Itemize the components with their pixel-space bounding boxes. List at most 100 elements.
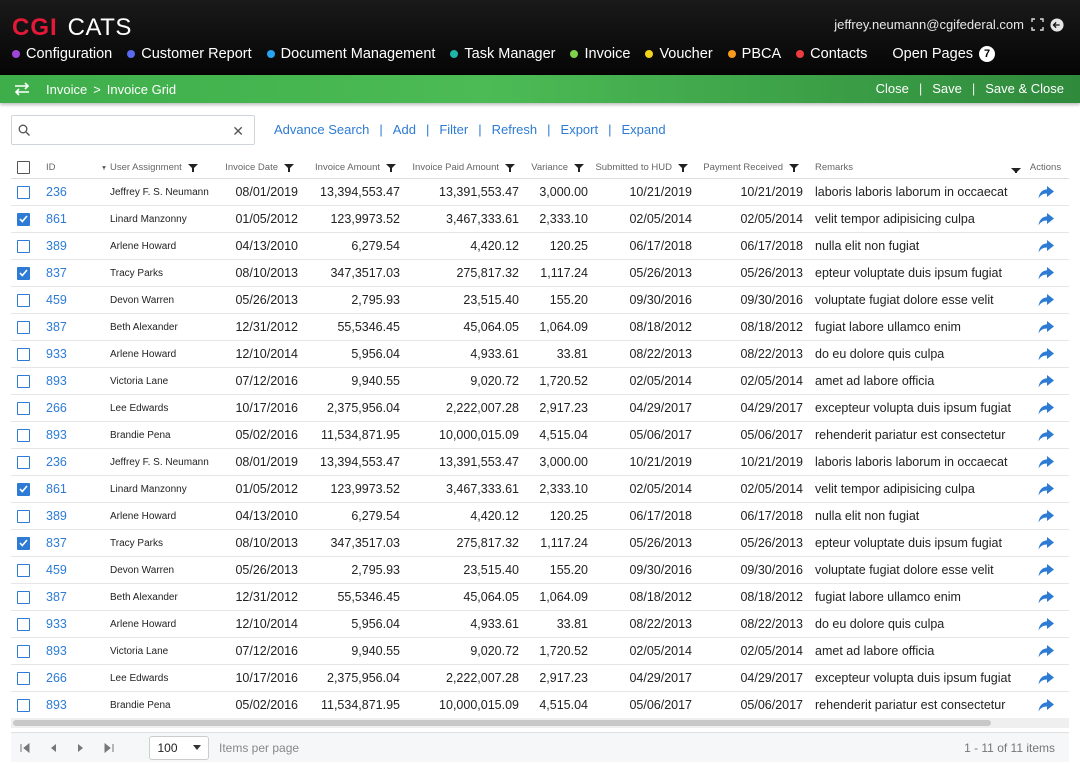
expand-link[interactable]: Expand bbox=[622, 122, 666, 137]
cell-id[interactable]: 893 bbox=[41, 698, 96, 712]
share-arrow-icon[interactable] bbox=[1023, 185, 1068, 199]
nav-item-contacts[interactable]: Contacts bbox=[796, 46, 867, 62]
col-payment[interactable]: Payment Received bbox=[692, 162, 803, 173]
nav-item-voucher[interactable]: Voucher bbox=[645, 46, 713, 62]
row-checkbox[interactable] bbox=[17, 509, 30, 523]
table-row[interactable]: 459 Devon Warren 05/26/2013 2,795.93 23,515.… bbox=[11, 557, 1069, 584]
share-arrow-icon[interactable] bbox=[1023, 509, 1068, 523]
cell-id[interactable]: 893 bbox=[41, 644, 96, 658]
logout-icon[interactable] bbox=[1050, 17, 1064, 32]
nav-item-pbca[interactable]: PBCA bbox=[727, 46, 781, 62]
swap-arrows-icon[interactable] bbox=[12, 79, 32, 99]
share-arrow-icon[interactable] bbox=[1023, 239, 1068, 253]
col-invoice-amount[interactable]: Invoice Amount bbox=[300, 162, 400, 173]
search-input[interactable] bbox=[38, 120, 228, 140]
col-submitted[interactable]: Submitted to HUD bbox=[588, 162, 692, 173]
col-remarks[interactable]: Remarks bbox=[803, 162, 1023, 173]
table-row[interactable]: 387 Beth Alexander 12/31/2012 55,5346.45 45,… bbox=[11, 584, 1069, 611]
share-arrow-icon[interactable] bbox=[1023, 671, 1068, 685]
row-checkbox[interactable] bbox=[17, 482, 30, 496]
col-variance[interactable]: Variance bbox=[519, 162, 588, 173]
table-row[interactable]: 837 Tracy Parks 08/10/2013 347,3517.03 275,8… bbox=[11, 530, 1069, 557]
filter-icon[interactable] bbox=[1011, 168, 1021, 173]
export-link[interactable]: Export bbox=[561, 122, 599, 137]
scrollbar-thumb[interactable] bbox=[13, 720, 991, 726]
row-checkbox[interactable] bbox=[17, 401, 30, 415]
row-checkbox[interactable] bbox=[17, 590, 30, 604]
filter-icon[interactable] bbox=[102, 164, 106, 172]
share-arrow-icon[interactable] bbox=[1023, 617, 1068, 631]
clear-search-icon[interactable]: ✕ bbox=[232, 123, 244, 140]
prev-page-icon[interactable] bbox=[39, 733, 67, 763]
save-close-button[interactable]: Save & Close bbox=[985, 81, 1064, 96]
row-checkbox[interactable] bbox=[17, 347, 30, 361]
share-arrow-icon[interactable] bbox=[1023, 644, 1068, 658]
cell-id[interactable]: 837 bbox=[41, 536, 96, 550]
nav-item-task-manager[interactable]: Task Manager bbox=[450, 46, 555, 62]
share-arrow-icon[interactable] bbox=[1023, 563, 1068, 577]
row-checkbox[interactable] bbox=[17, 455, 30, 469]
filter-icon[interactable] bbox=[574, 163, 584, 172]
cell-id[interactable]: 459 bbox=[41, 563, 96, 577]
nav-item-configuration[interactable]: Configuration bbox=[12, 46, 112, 62]
col-invoice-date[interactable]: Invoice Date bbox=[220, 162, 300, 173]
filter-icon[interactable] bbox=[187, 163, 198, 172]
share-arrow-icon[interactable] bbox=[1023, 401, 1068, 415]
row-checkbox[interactable] bbox=[17, 644, 30, 658]
row-checkbox[interactable] bbox=[17, 266, 30, 280]
share-arrow-icon[interactable] bbox=[1023, 347, 1068, 361]
row-checkbox[interactable] bbox=[17, 320, 30, 334]
row-checkbox[interactable] bbox=[17, 212, 30, 226]
brand-logo[interactable]: CGI CATS bbox=[12, 14, 132, 42]
table-row[interactable]: 893 Victoria Lane 07/12/2016 9,940.55 9,020.… bbox=[11, 368, 1069, 395]
share-arrow-icon[interactable] bbox=[1023, 266, 1068, 280]
share-arrow-icon[interactable] bbox=[1023, 428, 1068, 442]
table-row[interactable]: 861 Linard Manzonny 01/05/2012 123,9973.52 3… bbox=[11, 206, 1069, 233]
share-arrow-icon[interactable] bbox=[1023, 374, 1068, 388]
filter-icon[interactable] bbox=[284, 163, 294, 172]
table-row[interactable]: 933 Arlene Howard 12/10/2014 5,956.04 4,933.… bbox=[11, 611, 1069, 638]
row-checkbox[interactable] bbox=[17, 239, 30, 253]
filter-link[interactable]: Filter bbox=[439, 122, 468, 137]
cell-id[interactable]: 389 bbox=[41, 509, 96, 523]
horizontal-scrollbar[interactable] bbox=[11, 718, 1069, 728]
filter-icon[interactable] bbox=[678, 163, 688, 172]
cell-id[interactable]: 861 bbox=[41, 212, 96, 226]
table-row[interactable]: 389 Arlene Howard 04/13/2010 6,279.54 4,420.… bbox=[11, 233, 1069, 260]
next-page-icon[interactable] bbox=[67, 733, 95, 763]
row-checkbox[interactable] bbox=[17, 374, 30, 388]
table-row[interactable]: 893 Brandie Pena 05/02/2016 11,534,871.95 10… bbox=[11, 692, 1069, 719]
open-pages-button[interactable]: Open Pages 7 bbox=[892, 46, 996, 62]
breadcrumb-invoice[interactable]: Invoice bbox=[46, 82, 87, 97]
close-button[interactable]: Close bbox=[876, 81, 909, 96]
row-checkbox[interactable] bbox=[17, 536, 30, 550]
advance-search-link[interactable]: Advance Search bbox=[274, 122, 369, 137]
user-email[interactable]: jeffrey.neumann@cgifederal.com bbox=[834, 17, 1024, 32]
filter-icon[interactable] bbox=[386, 163, 396, 172]
table-row[interactable]: 861 Linard Manzonny 01/05/2012 123,9973.52 3… bbox=[11, 476, 1069, 503]
share-arrow-icon[interactable] bbox=[1023, 698, 1068, 712]
cell-id[interactable]: 893 bbox=[41, 428, 96, 442]
cell-id[interactable]: 387 bbox=[41, 590, 96, 604]
table-row[interactable]: 266 Lee Edwards 10/17/2016 2,375,956.04 2,22… bbox=[11, 395, 1069, 422]
cell-id[interactable]: 266 bbox=[41, 401, 96, 415]
share-arrow-icon[interactable] bbox=[1023, 320, 1068, 334]
row-checkbox[interactable] bbox=[17, 428, 30, 442]
row-checkbox[interactable] bbox=[17, 671, 30, 685]
table-row[interactable]: 266 Lee Edwards 10/17/2016 2,375,956.04 2,22… bbox=[11, 665, 1069, 692]
share-arrow-icon[interactable] bbox=[1023, 482, 1068, 496]
col-user[interactable]: User Assignment bbox=[110, 162, 220, 173]
cell-id[interactable]: 387 bbox=[41, 320, 96, 334]
cell-id[interactable]: 861 bbox=[41, 482, 96, 496]
expand-arrows-icon[interactable] bbox=[1030, 18, 1044, 32]
filter-icon[interactable] bbox=[505, 163, 515, 172]
page-size-select[interactable]: 100 bbox=[149, 735, 209, 760]
first-page-icon[interactable] bbox=[11, 733, 39, 763]
cell-id[interactable]: 236 bbox=[41, 185, 96, 199]
row-checkbox[interactable] bbox=[17, 563, 30, 577]
cell-id[interactable]: 459 bbox=[41, 293, 96, 307]
row-checkbox[interactable] bbox=[17, 617, 30, 631]
share-arrow-icon[interactable] bbox=[1023, 536, 1068, 550]
cell-id[interactable]: 236 bbox=[41, 455, 96, 469]
table-row[interactable]: 893 Brandie Pena 05/02/2016 11,534,871.95 10… bbox=[11, 422, 1069, 449]
